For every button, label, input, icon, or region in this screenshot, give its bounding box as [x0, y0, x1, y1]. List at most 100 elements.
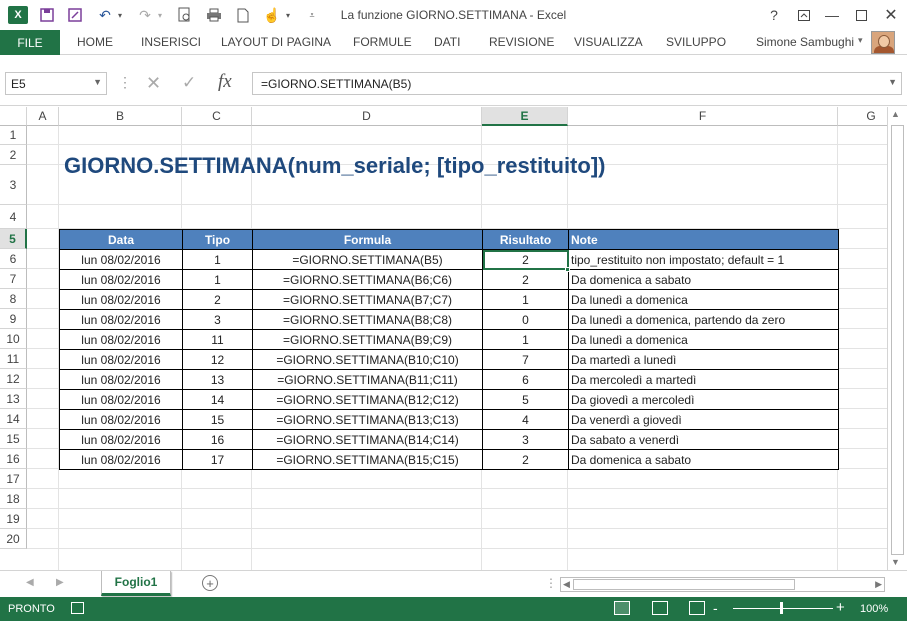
user-dropdown-icon[interactable]: ▾ — [858, 35, 863, 46]
expand-formula-icon[interactable]: ▼ — [888, 77, 897, 87]
vertical-scrollbar[interactable]: ▲ ▼ — [887, 107, 907, 570]
table-cell[interactable]: 1 — [182, 249, 253, 270]
enter-icon[interactable]: ✓ — [182, 73, 196, 93]
scroll-thumb[interactable] — [573, 579, 795, 590]
row-header-14[interactable]: 14 — [0, 409, 27, 429]
zoom-out-button[interactable]: - — [713, 600, 718, 616]
table-cell[interactable]: 2 — [482, 269, 569, 290]
tab-visualizza[interactable]: VISUALIZZA — [574, 35, 643, 49]
row-header-3[interactable]: 3 — [0, 165, 27, 205]
table-cell[interactable]: Da lunedì a domenica — [568, 289, 839, 310]
column-header-b[interactable]: B — [59, 107, 182, 126]
zoom-in-button[interactable]: + — [836, 599, 845, 616]
tab-layout-di-pagina[interactable]: LAYOUT DI PAGINA — [221, 35, 331, 49]
table-cell[interactable]: 11 — [182, 329, 253, 350]
zoom-slider-thumb[interactable] — [780, 602, 783, 614]
print-preview-icon[interactable] — [176, 5, 194, 25]
touch-mode-icon[interactable]: ☝ — [263, 5, 281, 25]
table-cell[interactable]: Da domenica a sabato — [568, 269, 839, 290]
zoom-level[interactable]: 100% — [860, 603, 888, 615]
add-sheet-button[interactable]: + — [202, 575, 218, 591]
table-cell[interactable]: =GIORNO.SETTIMANA(B11;C11) — [252, 369, 483, 390]
row-header-8[interactable]: 8 — [0, 289, 27, 309]
column-header-e[interactable]: E — [482, 107, 568, 126]
close-icon[interactable]: ✕ — [879, 5, 903, 25]
redo-dropdown-icon[interactable]: ▾ — [155, 5, 165, 25]
table-cell[interactable]: 17 — [182, 449, 253, 470]
table-cell[interactable]: 5 — [482, 389, 569, 410]
table-cell[interactable]: 3 — [482, 429, 569, 450]
row-header-13[interactable]: 13 — [0, 389, 27, 409]
table-header-cell[interactable]: Tipo — [182, 229, 253, 250]
table-cell[interactable]: 6 — [482, 369, 569, 390]
table-cell[interactable]: Da mercoledì a martedì — [568, 369, 839, 390]
user-name[interactable]: Simone Sambughi — [756, 35, 854, 49]
worksheet-grid[interactable]: ABCDEFG 1 2 3 4 5 6 7 8 9 10 11 12 13 14 15 16 17 18 19 20 … — [0, 107, 887, 570]
row-header-1[interactable]: 1 — [0, 126, 27, 145]
tab-home[interactable]: HOME — [77, 35, 113, 49]
row-header-10[interactable]: 10 — [0, 329, 27, 349]
row-header-7[interactable]: 7 — [0, 269, 27, 289]
table-cell[interactable]: Da giovedì a mercoledì — [568, 389, 839, 410]
table-cell[interactable]: =GIORNO.SETTIMANA(B15;C15) — [252, 449, 483, 470]
table-cell[interactable]: Da martedì a lunedì — [568, 349, 839, 370]
row-header-18[interactable]: 18 — [0, 489, 27, 509]
view-page-break-icon[interactable] — [689, 601, 705, 615]
save-as-icon[interactable] — [66, 5, 84, 25]
row-header-12[interactable]: 12 — [0, 369, 27, 389]
row-header-5[interactable]: 5 — [0, 229, 27, 249]
table-cell[interactable]: lun 08/02/2016 — [59, 269, 183, 290]
table-cell[interactable]: 13 — [182, 369, 253, 390]
minimize-icon[interactable]: — — [820, 5, 844, 25]
column-header-g[interactable]: G — [838, 107, 887, 126]
save-icon[interactable] — [38, 5, 56, 25]
scroll-left-icon[interactable]: ◀ — [563, 579, 570, 590]
table-cell[interactable]: lun 08/02/2016 — [59, 249, 183, 270]
row-header-17[interactable]: 17 — [0, 469, 27, 489]
table-cell[interactable]: 15 — [182, 409, 253, 430]
table-cell[interactable]: lun 08/02/2016 — [59, 429, 183, 450]
table-cell[interactable]: 2 — [182, 289, 253, 310]
maximize-icon[interactable] — [849, 5, 873, 25]
select-all-corner[interactable] — [0, 107, 27, 126]
scroll-down-icon[interactable]: ▼ — [891, 557, 900, 567]
view-normal-icon[interactable] — [614, 601, 630, 615]
table-cell[interactable]: 1 — [482, 329, 569, 350]
table-cell[interactable]: 16 — [182, 429, 253, 450]
horizontal-scrollbar[interactable]: ◀ ▶ — [560, 577, 885, 592]
table-cell[interactable]: Da domenica a sabato — [568, 449, 839, 470]
row-header-15[interactable]: 15 — [0, 429, 27, 449]
row-header-20[interactable]: 20 — [0, 529, 27, 549]
table-cell[interactable]: =GIORNO.SETTIMANA(B14;C14) — [252, 429, 483, 450]
table-cell[interactable]: lun 08/02/2016 — [59, 369, 183, 390]
table-cell[interactable]: =GIORNO.SETTIMANA(B7;C7) — [252, 289, 483, 310]
table-cell[interactable]: lun 08/02/2016 — [59, 389, 183, 410]
table-cell[interactable]: 1 — [482, 289, 569, 310]
tab-inserisci[interactable]: INSERISCI — [141, 35, 201, 49]
table-cell[interactable]: 4 — [482, 409, 569, 430]
excel-logo-icon[interactable]: X — [8, 6, 28, 24]
chevron-down-icon[interactable]: ▼ — [93, 77, 102, 87]
table-cell[interactable]: =GIORNO.SETTIMANA(B10;C10) — [252, 349, 483, 370]
undo-dropdown-icon[interactable]: ▾ — [115, 5, 125, 25]
new-icon[interactable] — [234, 5, 252, 25]
customize-icon[interactable]: ⩡ — [305, 5, 319, 25]
redo-icon[interactable]: ↷ — [136, 5, 154, 25]
table-cell[interactable]: Da lunedì a domenica, partendo da zero — [568, 309, 839, 330]
prev-sheet-icon[interactable]: ◀ — [26, 577, 34, 588]
table-cell[interactable]: Da sabato a venerdì — [568, 429, 839, 450]
row-header-2[interactable]: 2 — [0, 145, 27, 165]
column-header-f[interactable]: F — [568, 107, 838, 126]
table-cell[interactable]: lun 08/02/2016 — [59, 409, 183, 430]
cancel-icon[interactable]: ✕ — [146, 73, 161, 94]
print-icon[interactable] — [205, 5, 223, 25]
table-cell[interactable]: 12 — [182, 349, 253, 370]
table-cell[interactable]: 2 — [482, 449, 569, 470]
row-header-16[interactable]: 16 — [0, 449, 27, 469]
undo-icon[interactable]: ↶ — [96, 5, 114, 25]
row-header-9[interactable]: 9 — [0, 309, 27, 329]
macro-recording-icon[interactable] — [71, 602, 84, 614]
row-header-11[interactable]: 11 — [0, 349, 27, 369]
column-header-c[interactable]: C — [182, 107, 252, 126]
table-cell[interactable]: =GIORNO.SETTIMANA(B5) — [252, 249, 483, 270]
